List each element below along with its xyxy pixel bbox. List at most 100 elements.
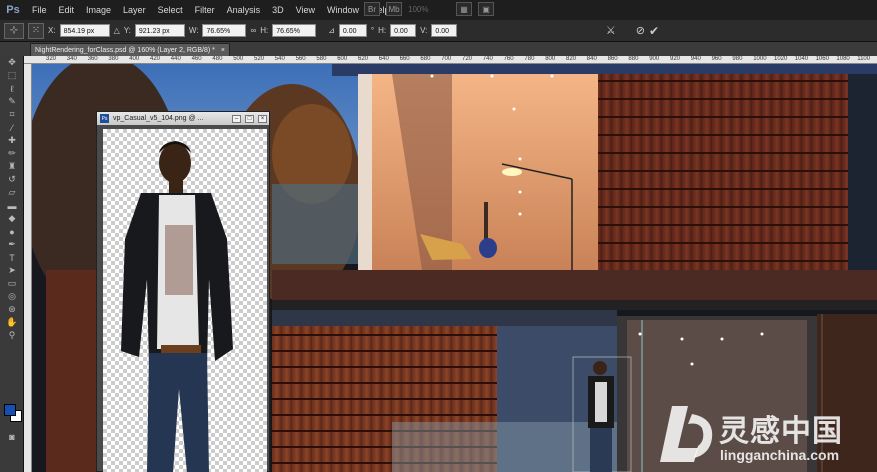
type-tool-icon[interactable]: T <box>0 251 24 264</box>
angle-icon: ⊿ <box>328 26 335 35</box>
watermark: 灵感中国 lingganchina.com <box>656 400 877 472</box>
delta-icon[interactable]: △ <box>114 26 120 35</box>
ruler-tick-label: 820 <box>566 56 577 62</box>
eraser-tool-icon[interactable]: ▱ <box>0 186 24 199</box>
warp-mode-icon[interactable]: ⚔ <box>606 24 616 37</box>
link-icon[interactable]: ∞ <box>250 26 256 35</box>
floating-window-titlebar[interactable]: Ps vp_Casual_v5_104.png @ ... – □ × <box>97 112 269 125</box>
screen-mode-icon[interactable]: ▣ <box>478 2 494 16</box>
menu-analysis[interactable]: Analysis <box>221 0 267 20</box>
zoom-level-select[interactable]: 100% <box>408 2 450 16</box>
ruler-tick-label: 980 <box>732 56 743 62</box>
eyedropper-tool-icon[interactable]: ⁄ <box>0 121 24 134</box>
ruler-tick-label: 960 <box>711 56 722 62</box>
clone-stamp-tool-icon[interactable]: ♜ <box>0 160 24 173</box>
menu-layer[interactable]: Layer <box>117 0 152 20</box>
vskew-label: V: <box>420 26 428 35</box>
ruler-tick-label: 860 <box>607 56 618 62</box>
arrange-documents-icon[interactable]: ▦ <box>456 2 472 16</box>
3d-orbit-tool-icon[interactable]: ⊛ <box>0 303 24 316</box>
menu-filter[interactable]: Filter <box>189 0 221 20</box>
h-label: H: <box>260 26 269 35</box>
ruler-tick-label: 520 <box>254 56 265 62</box>
y-field[interactable]: 921.23 px <box>134 24 185 37</box>
zoom-tool-icon[interactable]: ⚲ <box>0 329 24 342</box>
ruler-tick-label: 480 <box>212 56 223 62</box>
ruler-tick-label: 380 <box>108 56 119 62</box>
menu-view[interactable]: View <box>290 0 321 20</box>
3d-rotate-tool-icon[interactable]: ◎ <box>0 290 24 303</box>
ruler-tick-label: 660 <box>399 56 410 62</box>
ruler-tick-label: 560 <box>295 56 306 62</box>
photoshop-document-icon: Ps <box>100 114 109 123</box>
ruler-tick-label: 700 <box>441 56 452 62</box>
crop-tool-icon[interactable]: ⌗ <box>0 108 24 121</box>
commit-transform-icon[interactable]: ✔ <box>649 24 659 38</box>
menu-image[interactable]: Image <box>80 0 117 20</box>
horizontal-ruler: 320 340 360 380 400 420 440 460 480 500 520 540 560 5… <box>24 56 877 64</box>
path-select-tool-icon[interactable]: ➤ <box>0 264 24 277</box>
cancel-transform-icon[interactable]: ⊘ <box>636 24 645 37</box>
ruler-tick-label: 1020 <box>774 56 788 62</box>
vskew-field[interactable]: 0.00 <box>431 24 458 37</box>
h-field[interactable]: 76.65% <box>272 24 317 37</box>
ruler-tick-label: 760 <box>503 56 514 62</box>
menu-edit[interactable]: Edit <box>53 0 81 20</box>
x-field[interactable]: 854.19 px <box>59 24 110 37</box>
vertical-ruler <box>24 64 32 472</box>
move-tool-preset-icon[interactable]: ⊹ <box>4 22 24 39</box>
ruler-tick-label: 940 <box>690 56 701 62</box>
dodge-tool-icon[interactable]: ● <box>0 225 24 238</box>
move-tool-icon[interactable]: ✥ <box>0 56 24 69</box>
shape-tool-icon[interactable]: ▭ <box>0 277 24 290</box>
ruler-tick-label: 340 <box>66 56 77 62</box>
main-menu: File Edit Image Layer Select Filter Analysis 3D… <box>26 0 396 20</box>
marquee-tool-icon[interactable]: ⬚ <box>0 69 24 82</box>
foreground-color-swatch[interactable] <box>4 404 16 416</box>
ruler-tick-label: 740 <box>482 56 493 62</box>
menu-select[interactable]: Select <box>152 0 189 20</box>
ruler-tick-label: 800 <box>545 56 556 62</box>
reference-point-icon[interactable]: ⁙ <box>28 22 44 39</box>
angle-field[interactable]: 0.00 <box>338 24 367 37</box>
close-icon[interactable]: × <box>221 47 225 54</box>
w-field[interactable]: 76.65% <box>202 24 247 37</box>
launch-minibridge-icon[interactable]: Mb <box>386 2 402 16</box>
ruler-tick-label: 460 <box>191 56 202 62</box>
document-tab-bar: NightRendering_forClass.psd @ 160% (Laye… <box>0 42 877 56</box>
hand-tool-icon[interactable]: ✋ <box>0 316 24 329</box>
ruler-tick-label: 880 <box>628 56 639 62</box>
launch-bridge-icon[interactable]: Br <box>364 2 380 16</box>
quick-select-tool-icon[interactable]: ✎ <box>0 95 24 108</box>
options-bar: ⊹ ⁙ X: 854.19 px △ Y: 921.23 px W: 76.65… <box>0 20 877 42</box>
gradient-tool-icon[interactable]: ▬ <box>0 199 24 212</box>
ruler-tick-label: 1100 <box>857 56 871 62</box>
placed-person-layer <box>588 361 614 472</box>
ruler-tick-label: 620 <box>358 56 369 62</box>
healing-brush-tool-icon[interactable]: ✚ <box>0 134 24 147</box>
menu-3d[interactable]: 3D <box>266 0 290 20</box>
ruler-tick-label: 920 <box>670 56 681 62</box>
document-tab[interactable]: NightRendering_forClass.psd @ 160% (Laye… <box>30 43 230 56</box>
history-brush-tool-icon[interactable]: ↺ <box>0 173 24 186</box>
ruler-tick-label: 420 <box>150 56 161 62</box>
maximize-icon[interactable]: □ <box>245 114 254 123</box>
brush-tool-icon[interactable]: ✏ <box>0 147 24 160</box>
ruler-tick-label: 780 <box>524 56 535 62</box>
transparent-canvas[interactable] <box>103 129 267 472</box>
floating-document-window[interactable]: Ps vp_Casual_v5_104.png @ ... – □ × <box>96 111 270 472</box>
pen-tool-icon[interactable]: ✒ <box>0 238 24 251</box>
ruler-tick-label: 1060 <box>815 56 829 62</box>
ruler-tick-label: 720 <box>462 56 473 62</box>
hskew-field[interactable]: 0.00 <box>390 24 417 37</box>
close-window-icon[interactable]: × <box>258 114 267 123</box>
ruler-tick-label: 640 <box>378 56 389 62</box>
lasso-tool-icon[interactable]: ℓ <box>0 82 24 95</box>
ruler-tick-label: 400 <box>129 56 140 62</box>
quick-mask-icon[interactable]: ◙ <box>0 430 24 443</box>
hskew-label: H: <box>378 26 387 35</box>
menu-file[interactable]: File <box>26 0 53 20</box>
menu-window[interactable]: Window <box>321 0 365 20</box>
blur-tool-icon[interactable]: ◆ <box>0 212 24 225</box>
minimize-icon[interactable]: – <box>232 114 241 123</box>
